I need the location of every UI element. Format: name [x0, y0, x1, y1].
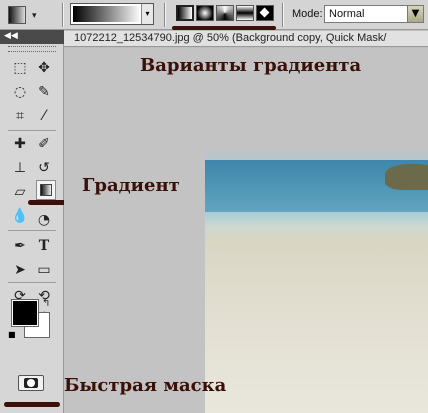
history-brush-tool-icon[interactable]: ↺ [34, 158, 54, 178]
clone-stamp-tool-icon[interactable]: ⊥ [10, 158, 30, 178]
gradient-tool-icon[interactable] [36, 180, 56, 200]
beach-photo [205, 152, 428, 413]
radial-gradient-button[interactable] [196, 5, 214, 21]
healing-brush-tool-icon[interactable]: ✚ [10, 134, 30, 154]
linear-gradient-button[interactable] [176, 5, 194, 21]
angle-gradient-button[interactable] [216, 5, 234, 21]
foreground-color-swatch[interactable] [11, 299, 39, 327]
gradient-types-highlight [172, 26, 276, 30]
photoshop-window: ▾ ▾ Mode: Normal ▼ ◀◀ ⬚ ✥ ◌ ✎ ⌗ ⁄ ✚ ✐ ⊥ … [0, 0, 428, 413]
toolbox: ◀◀ ⬚ ✥ ◌ ✎ ⌗ ⁄ ✚ ✐ ⊥ ↺ ▱ 💧 ◔ ✒ T ➤ ▭ ⟳ ⟲… [0, 30, 74, 413]
swap-colors-icon[interactable]: ↰ [42, 298, 50, 309]
divider [164, 3, 166, 27]
toolbox-grip[interactable] [8, 46, 56, 52]
chevron-down-icon[interactable]: ▼ [407, 6, 423, 22]
divider [8, 130, 56, 131]
dodge-tool-icon[interactable]: ◔ [34, 210, 54, 230]
reflected-gradient-button[interactable] [236, 5, 254, 21]
quick-selection-tool-icon[interactable]: ✎ [34, 82, 54, 102]
document-tab[interactable]: 1072212_12534790.jpg @ 50% (Background c… [64, 31, 428, 47]
divider [282, 3, 284, 27]
mode-value: Normal [329, 8, 365, 20]
pen-tool-icon[interactable]: ✒ [10, 236, 30, 256]
crop-tool-icon[interactable]: ⌗ [10, 106, 30, 126]
rectangle-tool-icon[interactable]: ▭ [34, 260, 54, 280]
photo-rock [385, 164, 428, 190]
quick-mask-icon [24, 378, 38, 388]
gradient-picker[interactable]: ▾ [70, 3, 154, 25]
dropdown-arrow-icon: ▾ [32, 11, 37, 21]
document-title: 1072212_12534790.jpg @ 50% (Background c… [74, 32, 387, 44]
eraser-tool-icon[interactable]: ▱ [10, 182, 30, 202]
quick-mask-button[interactable] [18, 375, 44, 391]
toolbox-header: ◀◀ [0, 30, 64, 44]
move-tool-icon[interactable]: ✥ [34, 58, 54, 78]
divider [8, 230, 56, 231]
path-selection-tool-icon[interactable]: ➤ [10, 260, 30, 280]
collapse-icon[interactable]: ◀◀ [4, 31, 18, 41]
type-tool-icon[interactable]: T [34, 236, 54, 256]
gradient-preview [73, 6, 141, 22]
diamond-gradient-button[interactable] [256, 5, 274, 21]
blur-tool-icon[interactable]: 💧 [10, 206, 30, 226]
tool-preset-picker[interactable]: ▾ [6, 4, 42, 26]
default-colors-icon[interactable]: ■ [8, 330, 16, 339]
marquee-tool-icon[interactable]: ⬚ [10, 58, 30, 78]
annotation-gradient-variants: Варианты градиента [140, 55, 362, 76]
divider [62, 3, 64, 27]
options-bar: ▾ ▾ Mode: Normal ▼ [0, 0, 428, 30]
brush-tool-icon[interactable]: ✐ [34, 134, 54, 154]
lasso-tool-icon[interactable]: ◌ [10, 82, 30, 102]
photo-sand [205, 238, 428, 413]
quick-mask-highlight [4, 402, 60, 407]
photo-surf [205, 212, 428, 238]
divider [8, 282, 56, 283]
annotation-quick-mask: Быстрая маска [64, 375, 227, 396]
mode-label: Mode: [292, 8, 323, 20]
chevron-down-icon[interactable]: ▾ [141, 4, 153, 24]
eyedropper-tool-icon[interactable]: ⁄ [34, 106, 54, 126]
annotation-gradient: Градиент [82, 175, 180, 196]
gradient-tool-icon [8, 6, 26, 24]
mode-select[interactable]: Normal ▼ [324, 5, 424, 23]
